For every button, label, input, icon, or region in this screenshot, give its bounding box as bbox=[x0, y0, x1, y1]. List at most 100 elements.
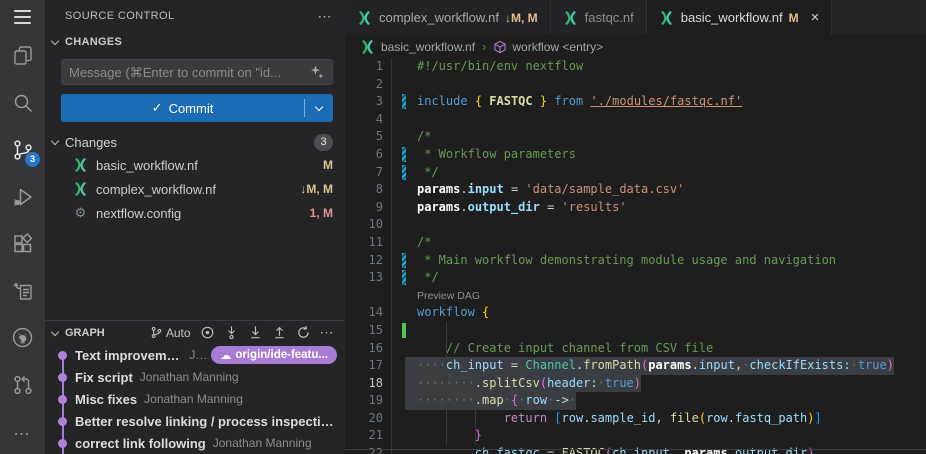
source-control-badge: 3 bbox=[25, 152, 40, 167]
vscode-window: 3 bbox=[0, 0, 926, 454]
editor-tab[interactable]: basic_workflow.nfM× bbox=[647, 0, 833, 35]
commit-dropdown-button[interactable] bbox=[305, 94, 333, 122]
graph-panel: GRAPH Auto bbox=[45, 320, 345, 454]
editor-tab[interactable]: fastqc.nf bbox=[551, 0, 647, 35]
menu-button[interactable] bbox=[0, 2, 45, 32]
target-icon[interactable] bbox=[200, 325, 215, 340]
line-number: 17 bbox=[345, 357, 383, 375]
line-number: 11 bbox=[345, 234, 383, 252]
commit-message: Text improvement bbox=[75, 348, 182, 363]
gutter-modified-icon[interactable] bbox=[402, 270, 406, 285]
breadcrumb-file[interactable]: basic_workflow.nf bbox=[360, 39, 475, 54]
code-line: 11/* bbox=[345, 234, 926, 252]
push-icon[interactable] bbox=[272, 325, 287, 340]
fetch-icon[interactable] bbox=[224, 325, 239, 340]
commit-dot-icon bbox=[58, 373, 67, 382]
chevron-down-icon bbox=[51, 37, 59, 45]
line-number: 19 bbox=[345, 392, 383, 410]
gear-icon: ⚙ bbox=[72, 205, 89, 221]
commit-dot-icon bbox=[58, 351, 67, 360]
tab-title: basic_workflow.nf bbox=[681, 10, 783, 25]
gutter-added-icon[interactable] bbox=[402, 323, 406, 338]
activity-github[interactable] bbox=[0, 314, 45, 361]
code-line: 9params.output_dir = 'results' bbox=[345, 199, 926, 217]
sidebar-title: SOURCE CONTROL bbox=[65, 10, 175, 22]
gutter-modified-icon[interactable] bbox=[402, 147, 406, 162]
commit-button[interactable]: ✓ Commit bbox=[61, 94, 333, 122]
commit-row[interactable]: Misc fixes Jonathan Manning bbox=[45, 388, 345, 410]
gutter-modified-icon[interactable] bbox=[402, 253, 406, 268]
activity-pull-request[interactable] bbox=[0, 361, 45, 408]
commit-message: Misc fixes bbox=[75, 392, 137, 407]
activity-more-button[interactable]: ⋯ bbox=[14, 420, 32, 448]
changes-section-header[interactable]: CHANGES bbox=[45, 32, 345, 52]
branch-ref-label: origin/ide-featu... bbox=[235, 349, 328, 361]
codelens-preview-dag[interactable]: Preview DAG bbox=[345, 287, 926, 305]
activity-document-history[interactable] bbox=[0, 267, 45, 314]
editor-tab[interactable]: complex_workflow.nf ↓M, M bbox=[345, 0, 551, 35]
changed-file-row[interactable]: ⚙nextflow.config1, M bbox=[45, 201, 345, 225]
activity-source-control[interactable]: 3 bbox=[0, 126, 45, 173]
graph-section-label: GRAPH bbox=[65, 327, 105, 339]
symbol-module-icon bbox=[493, 40, 507, 54]
line-number: 7 bbox=[345, 164, 383, 182]
changed-file-row[interactable]: complex_workflow.nf↓M, M bbox=[45, 177, 345, 201]
tab-title: fastqc.nf bbox=[585, 10, 634, 25]
changes-count-badge: 3 bbox=[314, 134, 333, 151]
line-number: 15 bbox=[345, 322, 383, 340]
code-editor[interactable]: 1#!/usr/bin/env nextflow23include { FAST… bbox=[345, 58, 926, 454]
gutter-modified-icon[interactable] bbox=[402, 165, 406, 180]
commit-row[interactable]: Fix scriptJonathan Manning bbox=[45, 366, 345, 388]
line-number: 12 bbox=[345, 252, 383, 270]
file-name: basic_workflow.nf bbox=[96, 158, 198, 173]
graph-more-icon[interactable]: ⋯ bbox=[320, 324, 336, 341]
commit-message: correct link following bbox=[75, 436, 206, 451]
line-number: 21 bbox=[345, 427, 383, 445]
activity-run-debug[interactable] bbox=[0, 173, 45, 220]
editor-group: complex_workflow.nf ↓M, M fastqc.nf basic_w… bbox=[345, 0, 926, 454]
branch-ref-badge[interactable]: ☁ origin/ide-featu... bbox=[211, 346, 337, 364]
commit-row[interactable]: Text improvementJo...☁origin/ide-featu..… bbox=[45, 344, 345, 366]
activity-explorer[interactable] bbox=[0, 32, 45, 79]
sparkle-icon[interactable] bbox=[309, 64, 325, 80]
commit-message-input[interactable] bbox=[69, 65, 309, 80]
code-line: 2 bbox=[345, 76, 926, 94]
refresh-icon[interactable] bbox=[296, 325, 311, 340]
run-debug-icon bbox=[11, 185, 35, 209]
line-number: 4 bbox=[345, 111, 383, 129]
sidebar-more-icon[interactable]: ⋯ bbox=[318, 8, 334, 25]
tab-bar: complex_workflow.nf ↓M, M fastqc.nf basic_w… bbox=[345, 0, 926, 35]
commit-author: Jonathan Manning bbox=[144, 392, 243, 406]
line-number: 1 bbox=[345, 58, 383, 76]
activity-search[interactable] bbox=[0, 79, 45, 126]
source-control-sidebar: SOURCE CONTROL ⋯ CHANGES ✓ Commit bbox=[45, 0, 345, 454]
hamburger-icon bbox=[14, 10, 31, 23]
commit-dot-icon bbox=[58, 417, 67, 426]
changes-group-header[interactable]: Changes 3 bbox=[45, 131, 345, 153]
gutter-modified-icon[interactable] bbox=[402, 94, 406, 109]
breadcrumb-symbol[interactable]: workflow <entry> bbox=[493, 40, 603, 54]
close-icon[interactable]: × bbox=[811, 10, 820, 25]
code-line: 4 bbox=[345, 111, 926, 129]
line-number: 14 bbox=[345, 304, 383, 322]
code-line: 16 // Create input channel from CSV file bbox=[345, 340, 926, 358]
activity-extensions[interactable] bbox=[0, 220, 45, 267]
check-icon: ✓ bbox=[152, 100, 163, 116]
changed-file-row[interactable]: basic_workflow.nfM bbox=[45, 153, 345, 177]
tab-status: ↓M, M bbox=[505, 11, 538, 25]
commit-author: Jonathan Manning bbox=[213, 436, 312, 450]
line-number: 20 bbox=[345, 410, 383, 428]
pull-icon[interactable] bbox=[248, 325, 263, 340]
file-status: ↓M, M bbox=[292, 182, 333, 196]
tab-title: complex_workflow.nf bbox=[379, 10, 499, 25]
code-line: 3include { FASTQC } from './modules/fast… bbox=[345, 93, 926, 111]
commit-row[interactable]: Better resolve linking / process inspect… bbox=[45, 410, 345, 432]
commit-row[interactable]: correct link following Jonathan Manning bbox=[45, 432, 345, 454]
explorer-icon bbox=[11, 44, 35, 68]
graph-auto-toggle[interactable]: Auto bbox=[150, 326, 191, 340]
code-line: 5/* bbox=[345, 128, 926, 146]
commit-dot-icon bbox=[58, 395, 67, 404]
cloud-icon: ☁ bbox=[220, 349, 231, 362]
chevron-down-icon bbox=[315, 102, 323, 110]
changes-group-label: Changes bbox=[65, 135, 117, 150]
